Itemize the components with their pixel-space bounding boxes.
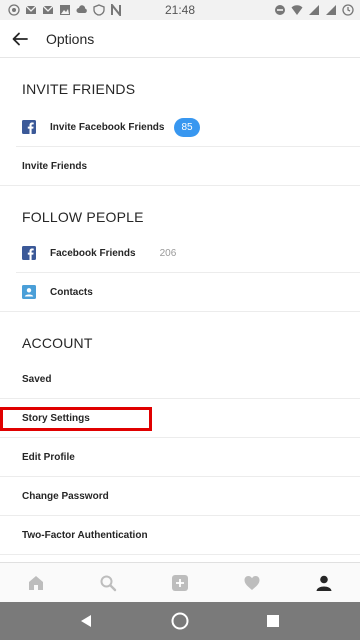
status-bar-left [8, 4, 122, 16]
row-label: Saved [22, 373, 52, 385]
facebook-friends-item[interactable]: Facebook Friends 206 [16, 234, 360, 273]
back-button[interactable] [0, 20, 40, 58]
bottom-tab-bar [0, 562, 360, 602]
nav-home-button[interactable] [162, 603, 198, 639]
highlight-box [0, 407, 152, 431]
row-label: Invite Friends [22, 160, 88, 172]
facebook-friends-count: 206 [159, 247, 177, 259]
recents-square-icon [267, 615, 280, 627]
invite-friends-item[interactable]: Invite Friends [0, 147, 360, 186]
page-title: Options [46, 30, 95, 47]
heart-icon [244, 575, 260, 590]
row-label: Facebook Friends [50, 247, 136, 259]
row-label: Change Password [22, 490, 109, 502]
signal-icon [309, 5, 319, 15]
battery-icon [342, 4, 354, 16]
search-icon [100, 575, 117, 591]
tab-profile[interactable] [304, 563, 344, 603]
gmail-icon [42, 5, 54, 14]
change-password-item[interactable]: Change Password [0, 477, 360, 516]
home-circle-icon [171, 612, 189, 630]
section-title-account: ACCOUNT [22, 335, 93, 351]
wifi-icon [291, 5, 303, 15]
image-icon [60, 5, 70, 15]
contacts-icon [22, 285, 36, 299]
home-icon [29, 575, 43, 590]
edit-profile-item[interactable]: Edit Profile [0, 438, 360, 477]
vpn-icon [93, 4, 105, 16]
nav-recents-button[interactable] [255, 603, 291, 639]
gmail-icon [25, 5, 37, 14]
story-settings-item[interactable]: Story Settings [0, 399, 360, 438]
tab-activity[interactable] [232, 563, 272, 603]
tab-add[interactable] [160, 563, 200, 603]
row-label: Edit Profile [22, 451, 75, 463]
tab-search[interactable] [88, 563, 128, 603]
options-list: INVITE FRIENDS Invite Facebook Friends 8… [0, 58, 360, 562]
invite-count-badge: 85 [174, 117, 200, 137]
invite-facebook-friends-item[interactable]: Invite Facebook Friends 85 [16, 108, 360, 147]
section-title-invite-friends: INVITE FRIENDS [22, 81, 136, 97]
dnd-icon [275, 5, 285, 15]
back-triangle-icon [80, 615, 91, 627]
android-nav-bar [0, 602, 360, 640]
facebook-icon [22, 246, 36, 260]
two-factor-authentication-item[interactable]: Two-Factor Authentication [0, 516, 360, 555]
row-label: Invite Facebook Friends [50, 121, 165, 133]
cloud-icon [76, 5, 87, 13]
whatsapp-icon [8, 4, 20, 16]
tab-home[interactable] [16, 563, 56, 603]
n-icon [111, 4, 121, 16]
row-label: Contacts [50, 286, 93, 298]
profile-icon [316, 575, 332, 591]
signal-icon [326, 5, 336, 15]
status-bar: 21:48 [0, 0, 360, 20]
saved-item[interactable]: Saved [0, 360, 360, 399]
add-icon [172, 574, 188, 591]
facebook-icon [22, 120, 36, 134]
row-label: Two-Factor Authentication [22, 529, 148, 541]
app-header: Options [0, 20, 360, 58]
contacts-item[interactable]: Contacts [0, 273, 360, 312]
arrow-left-icon [12, 32, 28, 45]
nav-back-button[interactable] [69, 603, 105, 639]
section-title-follow-people: FOLLOW PEOPLE [22, 209, 144, 225]
status-bar-right [274, 4, 354, 16]
